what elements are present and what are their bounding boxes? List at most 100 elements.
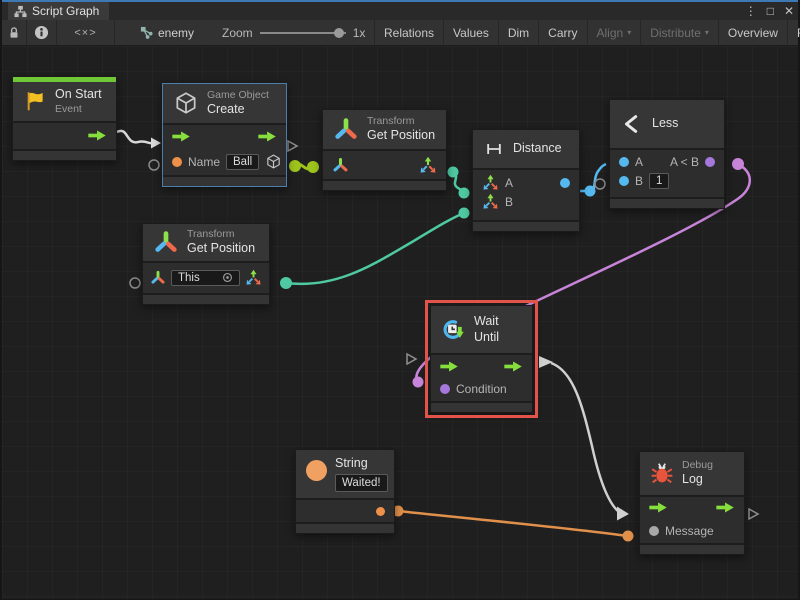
full-screen-button[interactable]: Full Screen xyxy=(787,20,800,45)
wire-string-to-log[interactable] xyxy=(398,511,628,536)
object-picker-icon[interactable] xyxy=(222,272,233,283)
zoom-label: Zoom xyxy=(222,26,253,40)
transform-icon xyxy=(153,230,179,254)
node-distance[interactable]: Distance A B xyxy=(472,129,580,232)
wire-endpoint xyxy=(459,188,470,199)
flag-icon xyxy=(23,89,47,113)
chevron-down-icon: ▾ xyxy=(705,28,709,37)
less-a-port[interactable] xyxy=(619,157,629,167)
window-menu-icon[interactable]: ⋮ xyxy=(745,2,757,20)
name-input-port[interactable] xyxy=(172,157,182,167)
node-surtitle: Transform xyxy=(187,228,255,241)
chevron-down-icon: ▾ xyxy=(627,28,631,37)
node-title: Log xyxy=(682,472,713,488)
distribute-dropdown[interactable]: Distribute▾ xyxy=(640,20,718,45)
name-value-field[interactable]: Ball xyxy=(226,154,259,170)
node-title: Create xyxy=(207,102,269,118)
relations-button[interactable]: Relations xyxy=(374,20,443,45)
lock-button[interactable] xyxy=(2,20,27,45)
wire-getposition-to-distance-b[interactable] xyxy=(286,213,464,284)
zoom-slider[interactable] xyxy=(260,28,346,38)
node-wait-until[interactable]: Wait Until Condition xyxy=(430,305,533,413)
align-dropdown[interactable]: Align▾ xyxy=(587,20,641,45)
dim-button[interactable]: Dim xyxy=(498,20,538,45)
node-on-start[interactable]: On Start Event xyxy=(12,76,117,161)
port-ring xyxy=(130,278,140,288)
less-icon xyxy=(620,112,644,136)
transform-in-port[interactable] xyxy=(332,157,349,173)
wire-endpoint xyxy=(280,277,292,289)
port-ring xyxy=(595,179,605,189)
wire-endpoint xyxy=(307,161,319,173)
carry-button[interactable]: Carry xyxy=(538,20,586,45)
node-surtitle: Game Object xyxy=(207,89,269,102)
transform-icon xyxy=(333,117,359,141)
string-out-port[interactable] xyxy=(376,507,385,516)
node-footer xyxy=(431,403,532,412)
wire-endpoint xyxy=(448,167,459,178)
zoom-value: 1x xyxy=(353,26,366,40)
flow-in-port[interactable] xyxy=(172,131,191,142)
wire-create-to-getposition[interactable] xyxy=(295,164,313,169)
window-maximize-icon[interactable]: □ xyxy=(767,2,774,20)
distance-icon xyxy=(483,139,505,159)
wire-endpoint xyxy=(413,377,424,388)
port-label: Message xyxy=(665,524,714,538)
cube-icon xyxy=(173,90,199,116)
target-field[interactable]: This xyxy=(171,270,240,286)
transform-in-port[interactable] xyxy=(150,270,166,285)
title-bar: Script Graph ⋮ □ ✕ xyxy=(2,2,798,20)
flow-out-port[interactable] xyxy=(716,502,735,513)
less-out-port[interactable] xyxy=(705,157,715,167)
message-port[interactable] xyxy=(649,526,659,536)
code-preview-button[interactable]: <×> xyxy=(57,20,115,45)
node-footer xyxy=(296,524,394,533)
distance-out-port[interactable] xyxy=(560,178,570,188)
string-value-field[interactable]: Waited! xyxy=(335,474,388,492)
graph-canvas[interactable]: On Start Event Game Object Create xyxy=(2,46,798,599)
wire-wait-to-log[interactable] xyxy=(551,363,619,512)
wire-endpoint xyxy=(732,158,744,170)
game-object-out-port[interactable] xyxy=(265,153,282,170)
node-footer xyxy=(13,151,116,160)
flow-out-port[interactable] xyxy=(88,130,107,141)
window-close-icon[interactable]: ✕ xyxy=(784,2,794,20)
node-create-game-object[interactable]: Game Object Create Name Ball xyxy=(162,83,287,187)
values-button[interactable]: Values xyxy=(443,20,498,45)
condition-port[interactable] xyxy=(440,384,450,394)
node-get-position-a[interactable]: Transform Get Position xyxy=(322,109,447,191)
overview-button[interactable]: Overview xyxy=(718,20,787,45)
zoom-slider-handle[interactable] xyxy=(334,28,344,38)
vector3-a-port[interactable] xyxy=(482,174,499,191)
lock-icon xyxy=(7,26,21,40)
flow-out-port[interactable] xyxy=(504,361,523,372)
tab-title: Script Graph xyxy=(32,4,99,18)
zoom-control: Zoom 1x xyxy=(222,20,365,45)
node-title: Wait Until xyxy=(474,314,522,345)
b-value-field[interactable]: 1 xyxy=(649,173,669,189)
node-get-position-b[interactable]: Transform Get Position This xyxy=(142,223,270,305)
tab-script-graph[interactable]: Script Graph xyxy=(8,2,109,20)
wire-endpoint xyxy=(289,160,301,172)
inspect-button[interactable] xyxy=(27,20,57,45)
wire-start-to-create[interactable] xyxy=(117,131,152,143)
graph-breadcrumb[interactable]: enemy xyxy=(140,20,194,45)
node-debug-log[interactable]: Debug Log Message xyxy=(639,451,745,555)
toolbar-buttons: Relations Values Dim Carry Align▾ Distri… xyxy=(374,20,798,45)
wire-endpoint xyxy=(585,186,596,197)
flow-in-port[interactable] xyxy=(649,502,668,513)
node-string[interactable]: String Waited! xyxy=(295,449,395,534)
port-ring xyxy=(149,160,159,170)
wire-arrowhead xyxy=(617,507,629,521)
vector3-out-port[interactable] xyxy=(419,156,437,174)
wire-getposition-to-distance-a[interactable] xyxy=(453,172,464,193)
flow-out-port[interactable] xyxy=(258,131,277,142)
less-b-port[interactable] xyxy=(619,176,629,186)
vector3-b-port[interactable] xyxy=(482,193,499,210)
wire-endpoint xyxy=(623,531,634,542)
node-title: Distance xyxy=(513,141,562,157)
node-less[interactable]: Less A A < B B 1 xyxy=(609,99,725,209)
vector3-out-port[interactable] xyxy=(245,269,262,286)
node-footer xyxy=(323,181,446,190)
flow-in-port[interactable] xyxy=(440,361,459,372)
